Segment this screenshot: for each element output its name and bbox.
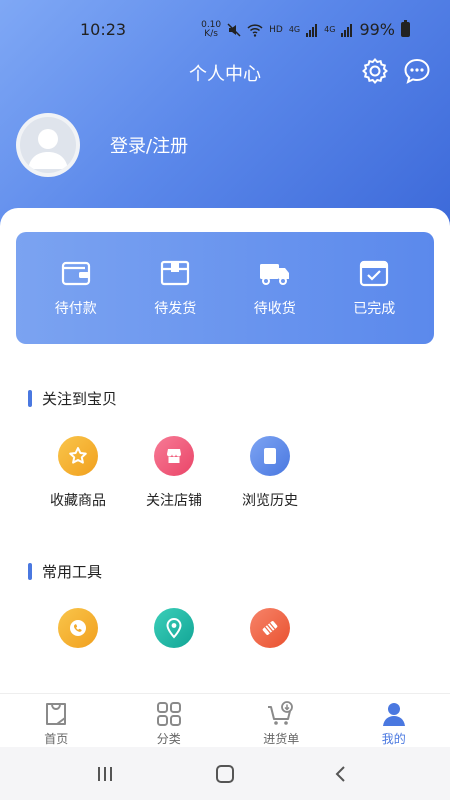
battery-icon [401, 20, 410, 37]
nav-label: 我的 [381, 732, 406, 746]
nav-label: 进货单 [263, 732, 300, 746]
status-bar: 10:23 0.10 K/s HD 4G 4G 99% [0, 0, 450, 60]
star-icon [58, 436, 98, 476]
hd-label: HD [269, 24, 283, 35]
settings-button[interactable] [360, 56, 390, 86]
location-icon [154, 608, 194, 648]
order-completed[interactable]: 已完成 [334, 258, 414, 318]
wallet-icon [60, 258, 92, 288]
truck-icon [259, 258, 291, 288]
grid-icon [155, 700, 183, 728]
favorites-grid: 收藏商品 关注店铺 浏览历史 [30, 436, 318, 510]
signal-label-2: 4G [324, 25, 336, 34]
tool-customer-service[interactable] [30, 608, 126, 648]
home-button[interactable] [212, 761, 238, 787]
status-icons: 0.10 K/s HD 4G 4G 99% [201, 20, 410, 39]
home-bag-icon [42, 700, 70, 728]
tools-section-title: 常用工具 [28, 561, 102, 582]
mute-icon [227, 22, 241, 37]
grid-item-label: 关注店铺 [146, 493, 202, 509]
signal-icon-2 [341, 23, 353, 37]
calendar-check-icon [358, 258, 390, 288]
avatar[interactable] [16, 113, 80, 177]
nav-mine[interactable]: 我的 [338, 694, 450, 747]
order-pending-payment[interactable]: 待付款 [36, 258, 116, 318]
bottom-navigation: 首页 分类 进货单 我的 [0, 693, 450, 747]
recent-apps-icon [98, 767, 112, 781]
chevron-left-icon [335, 766, 345, 782]
favorites-section-title: 关注到宝贝 [28, 388, 117, 409]
status-time: 10:23 [80, 20, 127, 39]
order-pending-shipment[interactable]: 待发货 [135, 258, 215, 318]
order-item-label: 待收货 [253, 301, 296, 317]
order-status-card: 待付款 待发货 待收货 已完成 [16, 232, 434, 344]
history-icon [250, 436, 290, 476]
user-icon [380, 700, 408, 728]
grid-item-label: 收藏商品 [50, 493, 106, 509]
tool-address[interactable] [126, 608, 222, 648]
home-square-icon [216, 765, 234, 783]
signal-icon [306, 23, 318, 37]
section-accent-bar [28, 563, 32, 580]
cart-icon [267, 700, 295, 728]
back-button[interactable] [328, 761, 354, 787]
system-navigation-bar [0, 747, 450, 800]
order-pending-receipt[interactable]: 待收货 [235, 258, 315, 318]
default-avatar-icon [28, 129, 68, 169]
order-item-label: 待发货 [154, 301, 197, 317]
followed-stores[interactable]: 关注店铺 [126, 436, 222, 510]
nav-purchase-list[interactable]: 进货单 [225, 694, 338, 747]
eraser-icon [250, 608, 290, 648]
gear-icon [362, 58, 388, 84]
order-item-label: 已完成 [353, 301, 396, 317]
message-button[interactable] [402, 56, 432, 86]
nav-home[interactable]: 首页 [0, 694, 113, 747]
battery-percent: 99% [359, 20, 395, 39]
phone-icon [58, 608, 98, 648]
section-accent-bar [28, 390, 32, 407]
signal-label-1: 4G [288, 25, 301, 34]
title-bar: 个人中心 [0, 56, 450, 88]
box-icon [159, 258, 191, 288]
order-item-label: 待付款 [54, 301, 97, 317]
tools-grid [30, 608, 318, 648]
chat-bubble-icon [404, 58, 430, 84]
tool-clear-cache[interactable] [222, 608, 318, 648]
login-register-link[interactable]: 登录/注册 [110, 132, 188, 158]
main-content: 待付款 待发货 待收货 已完成 关注到宝贝 收藏商品 关注店铺 浏览历史 常用工… [0, 208, 450, 693]
recent-apps-button[interactable] [92, 761, 118, 787]
profile-section: 登录/注册 [16, 112, 188, 178]
favorite-products[interactable]: 收藏商品 [30, 436, 126, 510]
nav-category[interactable]: 分类 [113, 694, 226, 747]
store-icon [154, 436, 194, 476]
grid-item-label: 浏览历史 [242, 493, 298, 509]
browsing-history[interactable]: 浏览历史 [222, 436, 318, 510]
nav-label: 首页 [44, 732, 69, 746]
net-speed: 0.10 K/s [201, 19, 222, 39]
nav-label: 分类 [156, 732, 181, 746]
wifi-icon [247, 23, 263, 37]
